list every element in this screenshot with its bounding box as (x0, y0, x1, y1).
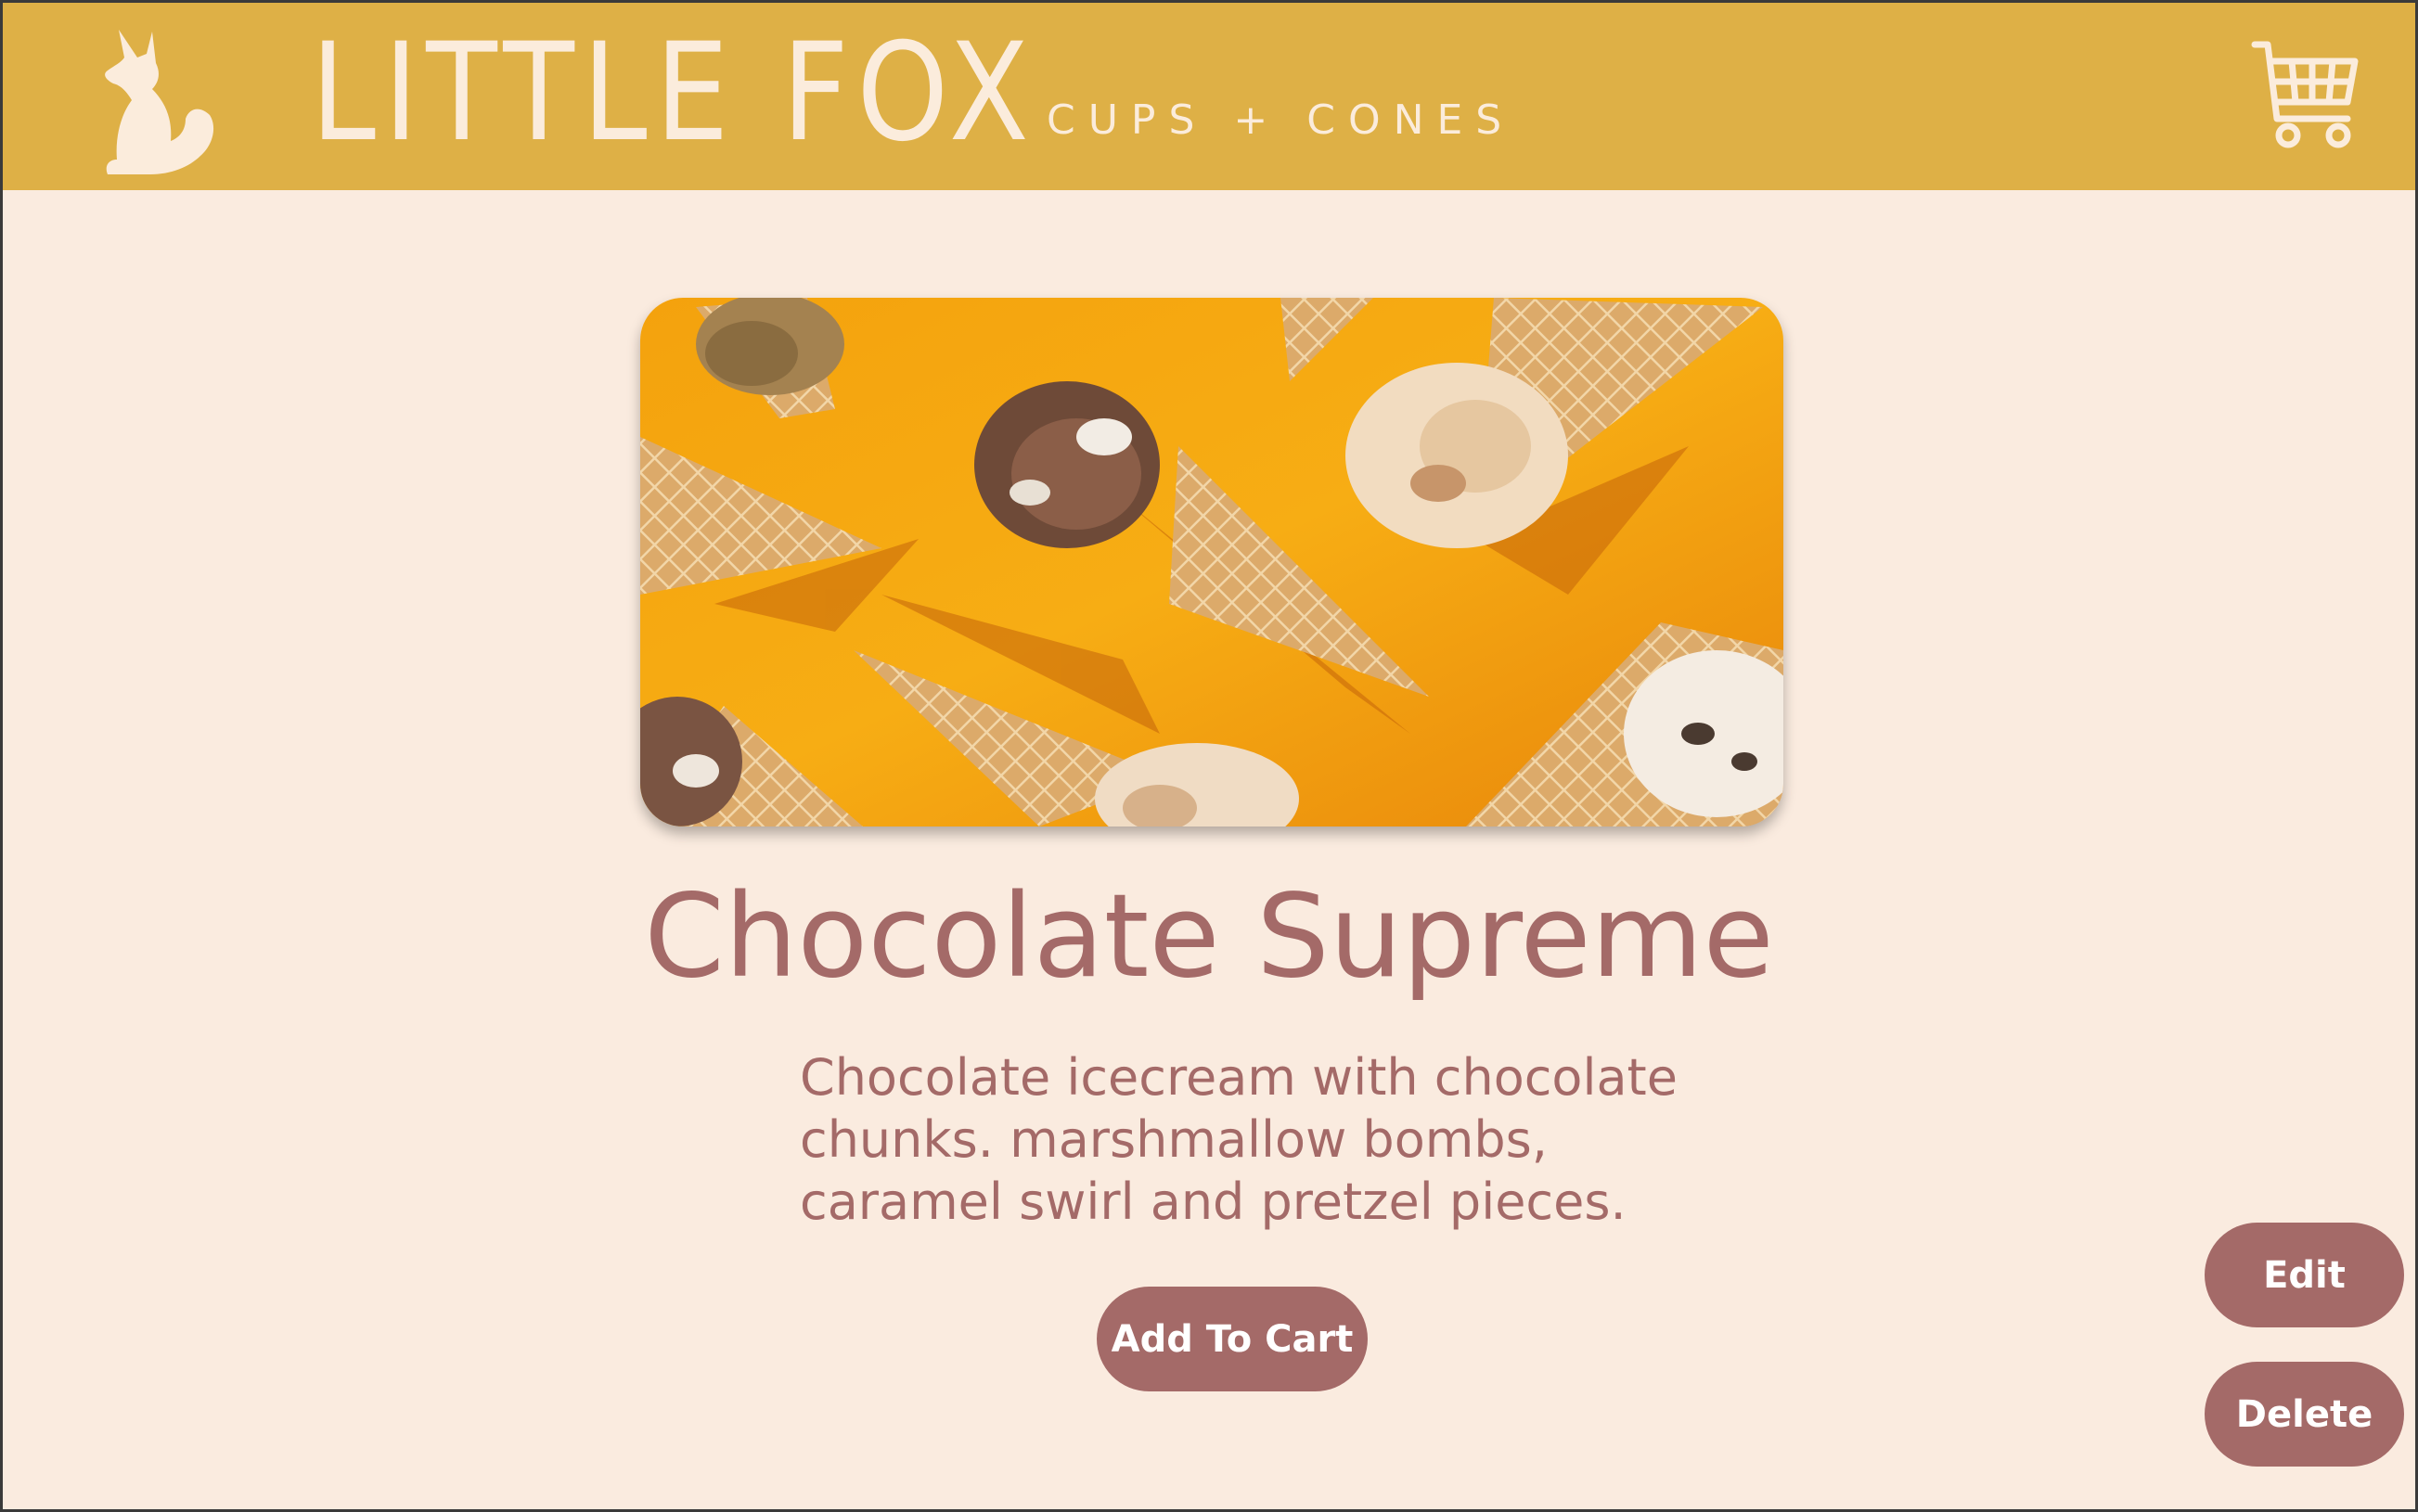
product-image (640, 298, 1783, 826)
edit-button[interactable]: Edit (2205, 1223, 2404, 1327)
fox-logo-icon[interactable] (100, 26, 217, 178)
brand-title[interactable]: LITTLE FOX (311, 19, 1036, 167)
delete-button[interactable]: Delete (2205, 1362, 2404, 1467)
shopping-cart-icon[interactable] (2251, 37, 2360, 150)
add-to-cart-button[interactable]: Add To Cart (1097, 1287, 1368, 1391)
site-header: LITTLE FOX CUPS + CONES (0, 0, 2418, 190)
product-description: Chocolate icecream with chocolate chunks… (800, 1048, 1678, 1231)
brand-tagline: CUPS + CONES (1047, 96, 1515, 144)
ice-cream-cones-image (640, 298, 1783, 826)
product-title: Chocolate Supreme (644, 870, 1774, 1004)
